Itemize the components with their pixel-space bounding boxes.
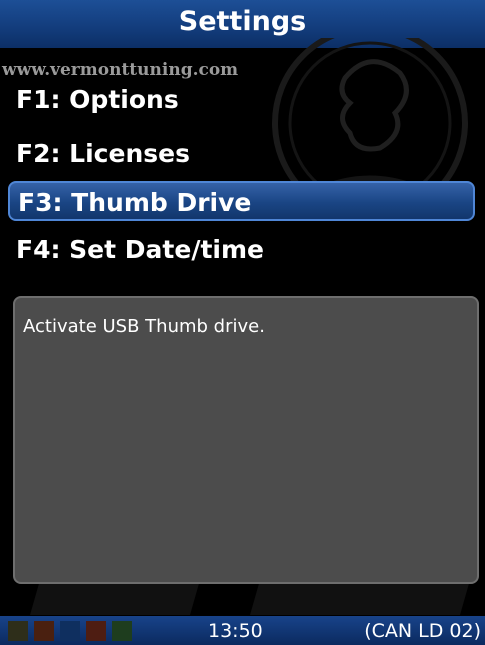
status-connection: (CAN LD 02) [364, 620, 481, 642]
status-indicator-3 [60, 621, 80, 641]
settings-screen: Settings www.vermonttuning.com F1: Optio… [0, 0, 485, 645]
status-time: 13:50 [208, 620, 263, 642]
status-indicator-1 [8, 621, 28, 641]
menu-item-options[interactable]: F1: Options [8, 80, 475, 120]
menu-item-licenses[interactable]: F2: Licenses [8, 134, 475, 174]
page-title: Settings [178, 6, 307, 37]
status-indicator-4 [86, 621, 106, 641]
status-indicator-2 [34, 621, 54, 641]
status-indicator-5 [112, 621, 132, 641]
menu-item-thumb-drive[interactable]: F3: Thumb Drive [8, 181, 475, 221]
description-panel: Activate USB Thumb drive. [13, 296, 479, 584]
description-text: Activate USB Thumb drive. [23, 316, 265, 337]
watermark-url: www.vermonttuning.com [2, 60, 239, 80]
menu-item-set-date-time[interactable]: F4: Set Date/time [8, 230, 475, 270]
status-bar: 13:50 (CAN LD 02) [0, 616, 485, 645]
